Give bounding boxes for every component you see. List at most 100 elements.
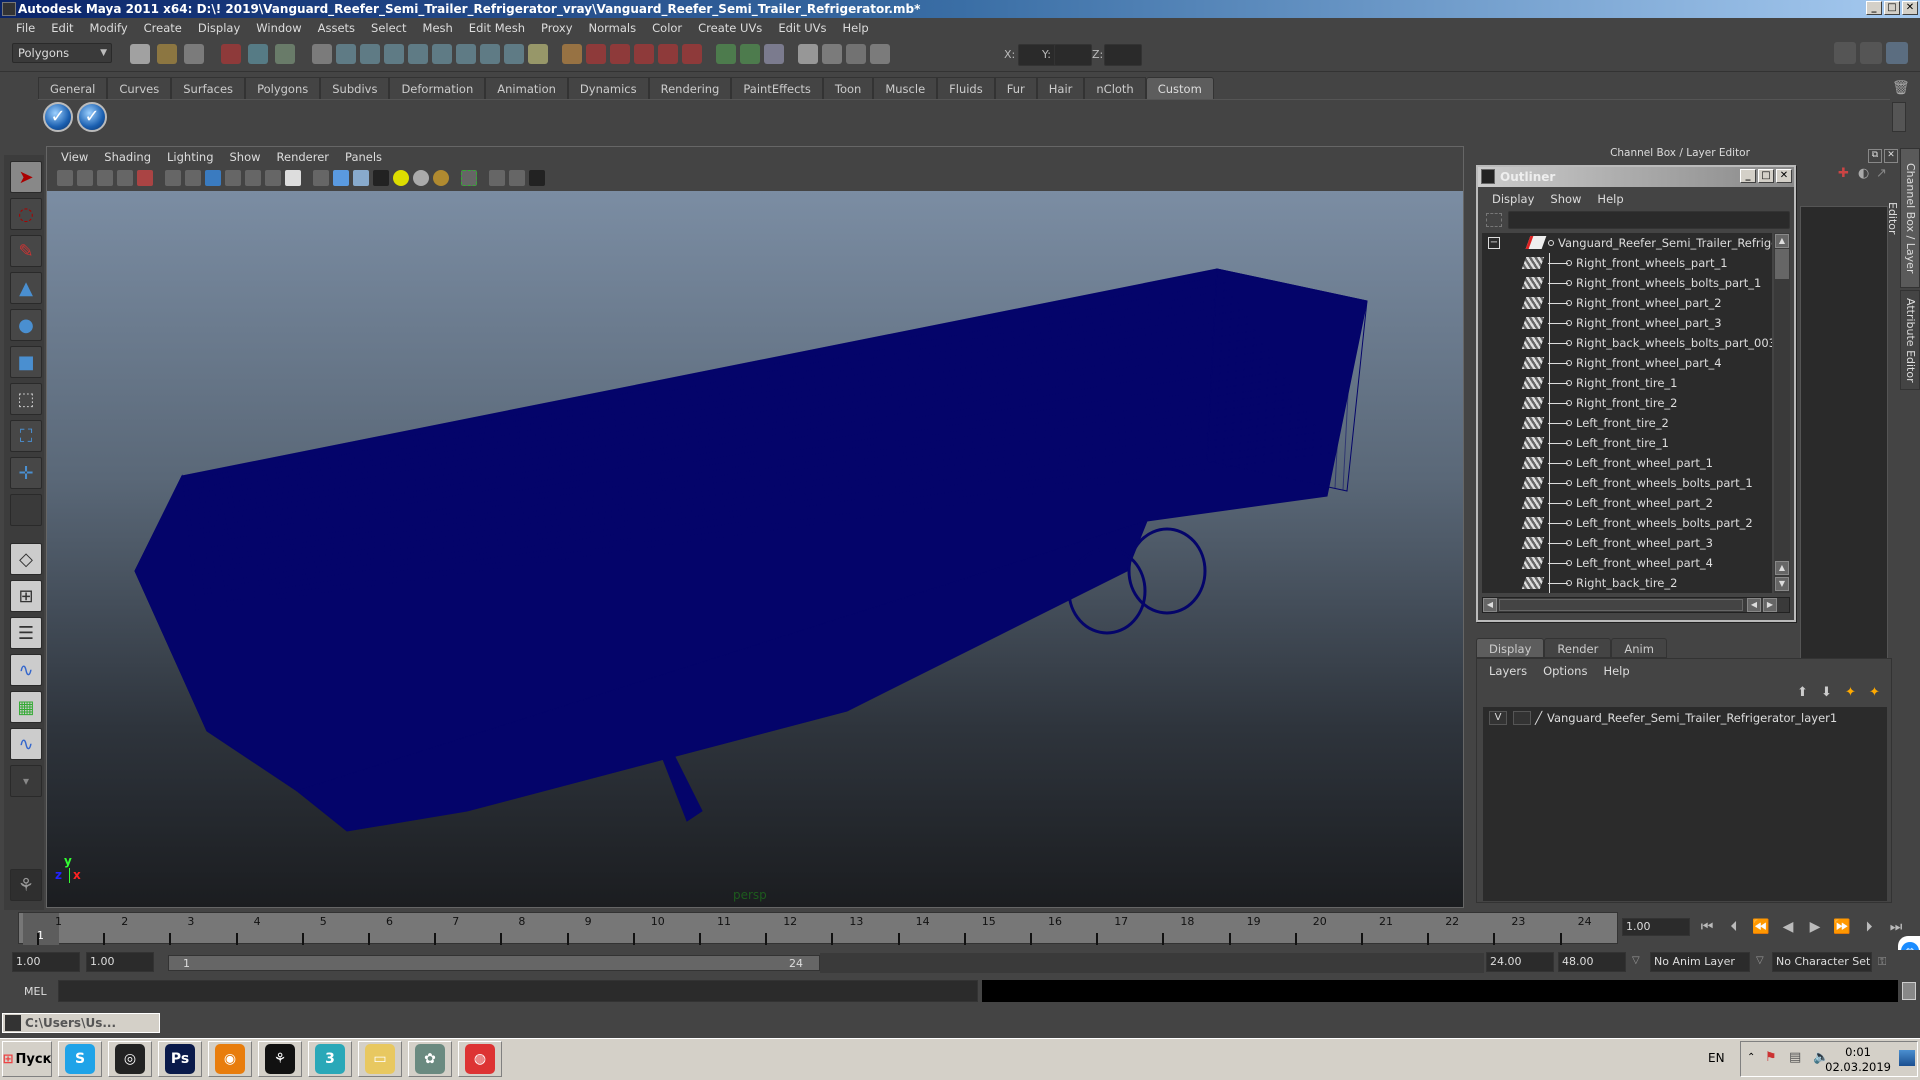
- grid-icon[interactable]: [165, 170, 181, 186]
- step-forward-key-button[interactable]: ⏩: [1831, 919, 1853, 935]
- y-coordinate-input[interactable]: [1054, 44, 1092, 66]
- minimize-button[interactable]: _: [1866, 1, 1882, 15]
- viewport-menu-view[interactable]: View: [53, 150, 96, 164]
- outliner-item[interactable]: Right_front_wheel_part_4: [1482, 353, 1772, 373]
- scroll-down-button[interactable]: ▼: [1775, 577, 1789, 591]
- outliner-item[interactable]: Right_front_wheel_part_2: [1482, 293, 1772, 313]
- lock-selection-icon[interactable]: [528, 44, 548, 64]
- character-set-dropdown-icon[interactable]: ▽: [1756, 955, 1764, 966]
- script-editor-button[interactable]: [1902, 982, 1916, 1000]
- move-layer-down-icon[interactable]: ⬇: [1821, 685, 1832, 700]
- new-scene-icon[interactable]: [130, 44, 150, 64]
- menu-mesh[interactable]: Mesh: [415, 21, 461, 35]
- construction-history-icon[interactable]: [764, 44, 784, 64]
- taskbar-app-maya[interactable]: ⚘: [258, 1041, 302, 1077]
- key-icon[interactable]: ⚿: [1878, 955, 1886, 969]
- layout-persp-graph[interactable]: ∿: [10, 654, 42, 686]
- shelf-tab-muscle[interactable]: Muscle: [873, 77, 938, 99]
- resolution-gate-icon[interactable]: [205, 170, 221, 186]
- taskbar-app-photoshop[interactable]: Ps: [158, 1041, 202, 1077]
- shelf-tab-fur[interactable]: Fur: [994, 77, 1037, 99]
- taskbar-app-file-explorer[interactable]: ▭: [358, 1041, 402, 1077]
- play-forwards-button[interactable]: ▶: [1804, 919, 1826, 935]
- menu-proxy[interactable]: Proxy: [533, 21, 581, 35]
- filter-icon[interactable]: [1486, 213, 1502, 227]
- outliner-item[interactable]: Left_front_tire_2: [1482, 413, 1772, 433]
- layer-tab-display[interactable]: Display: [1476, 638, 1545, 658]
- render-view-icon[interactable]: [798, 44, 818, 64]
- create-layer-from-selected-icon[interactable]: ✦: [1869, 685, 1880, 700]
- shelf-tab-ncloth[interactable]: nCloth: [1084, 77, 1146, 99]
- range-slider[interactable]: 1 24: [168, 955, 820, 971]
- outliner-root-item[interactable]: − Vanguard_Reefer_Semi_Trailer_Refrigera…: [1482, 233, 1772, 253]
- show-desktop-icon[interactable]: [1899, 1050, 1915, 1066]
- menu-file[interactable]: File: [8, 21, 43, 35]
- smooth-shade-icon[interactable]: [333, 170, 349, 186]
- outliner-item[interactable]: Right_front_tire_1: [1482, 373, 1772, 393]
- step-back-frame-button[interactable]: ⏴: [1723, 919, 1745, 935]
- network-icon[interactable]: ▤: [1789, 1050, 1801, 1065]
- menu-assets[interactable]: Assets: [310, 21, 363, 35]
- clock[interactable]: 0:01 02.03.2019: [1825, 1045, 1891, 1075]
- layout-four-view[interactable]: ⊞: [10, 580, 42, 612]
- menu-window[interactable]: Window: [248, 21, 309, 35]
- play-backwards-button[interactable]: ◀: [1777, 919, 1799, 935]
- shelf-tab-fluids[interactable]: Fluids: [937, 77, 995, 99]
- step-back-key-button[interactable]: ⏪: [1750, 919, 1772, 935]
- soft-mod-tool[interactable]: ⛶: [10, 420, 42, 452]
- close-button[interactable]: ✕: [1902, 1, 1918, 15]
- layer-tab-render[interactable]: Render: [1544, 638, 1612, 658]
- scroll-left-button[interactable]: ◀: [1483, 598, 1497, 612]
- axis-manip-icon[interactable]: ✚: [1838, 166, 1849, 181]
- outliner-item[interactable]: Left_front_tire_1: [1482, 433, 1772, 453]
- action-center-flag-icon[interactable]: ⚑: [1765, 1050, 1777, 1065]
- outliner-item[interactable]: Right_back_tire_2: [1482, 573, 1772, 593]
- select-by-component-icon[interactable]: [275, 44, 295, 64]
- create-empty-layer-icon[interactable]: ✦: [1845, 685, 1856, 700]
- shelf-tab-hair[interactable]: Hair: [1036, 77, 1085, 99]
- close-panel-button[interactable]: ✕: [1884, 149, 1898, 163]
- shelf-tab-subdivs[interactable]: Subdivs: [320, 77, 390, 99]
- language-indicator[interactable]: EN: [1708, 1051, 1725, 1065]
- taskbar-app-3ds-max[interactable]: 3: [308, 1041, 352, 1077]
- viewport-menu-show[interactable]: Show: [222, 150, 269, 164]
- shadows-icon[interactable]: [433, 170, 449, 186]
- shelf-tab-toon[interactable]: Toon: [822, 77, 874, 99]
- playback-end-input[interactable]: 24.00: [1486, 952, 1554, 972]
- two-d-pan-zoom-icon[interactable]: [137, 170, 153, 186]
- menu-edit-uvs[interactable]: Edit UVs: [770, 21, 834, 35]
- float-panel-button[interactable]: ⧉: [1868, 149, 1882, 163]
- outliner-item[interactable]: Left_front_wheel_part_3: [1482, 533, 1772, 553]
- tab-attribute-editor[interactable]: Attribute Editor: [1900, 290, 1920, 390]
- menu-edit-mesh[interactable]: Edit Mesh: [461, 21, 533, 35]
- z-coordinate-input[interactable]: [1104, 44, 1142, 66]
- viewport-menu-lighting[interactable]: Lighting: [159, 150, 221, 164]
- layer-name[interactable]: Vanguard_Reefer_Semi_Trailer_Refrigerato…: [1547, 711, 1837, 725]
- shelf-tab-animation[interactable]: Animation: [485, 77, 568, 99]
- start-time-input[interactable]: 1.00: [12, 952, 80, 972]
- outliner-item[interactable]: Right_front_tire_2: [1482, 393, 1772, 413]
- outliner-minimize-button[interactable]: _: [1740, 169, 1756, 183]
- step-forward-frame-button[interactable]: ⏵: [1858, 919, 1880, 935]
- save-scene-icon[interactable]: [184, 44, 204, 64]
- anim-layer-selector[interactable]: No Anim Layer: [1650, 952, 1750, 972]
- shelf-tab-painteffects[interactable]: PaintEffects: [731, 77, 823, 99]
- all-lights-icon[interactable]: [413, 170, 429, 186]
- outliner-menu-display[interactable]: Display: [1484, 192, 1542, 206]
- shelf-scroll[interactable]: [1892, 102, 1906, 132]
- layer-menu-options[interactable]: Options: [1535, 664, 1595, 678]
- taskbar-app-skype[interactable]: S: [58, 1041, 102, 1077]
- image-plane-icon[interactable]: [117, 170, 133, 186]
- select-misc-icon[interactable]: [504, 44, 524, 64]
- rotate-tool[interactable]: ●: [10, 309, 42, 341]
- layer-menu-layers[interactable]: Layers: [1481, 664, 1535, 678]
- tool-settings-toggle[interactable]: [1834, 42, 1856, 64]
- menu-create[interactable]: Create: [136, 21, 190, 35]
- safe-action-icon[interactable]: [265, 170, 281, 186]
- xray-icon[interactable]: [489, 170, 505, 186]
- arrow-icon[interactable]: ↗: [1876, 166, 1887, 181]
- safe-title-icon[interactable]: [285, 170, 301, 186]
- outliner-item[interactable]: Left_front_wheel_part_1: [1482, 453, 1772, 473]
- h-scroll-thumb[interactable]: [1499, 599, 1743, 611]
- time-slider[interactable]: 1 1 2 3 4 5 6 7 8 9 10 11 12 13 14 15 16 17 18 19 20 21 22 23 2…: [18, 912, 1618, 945]
